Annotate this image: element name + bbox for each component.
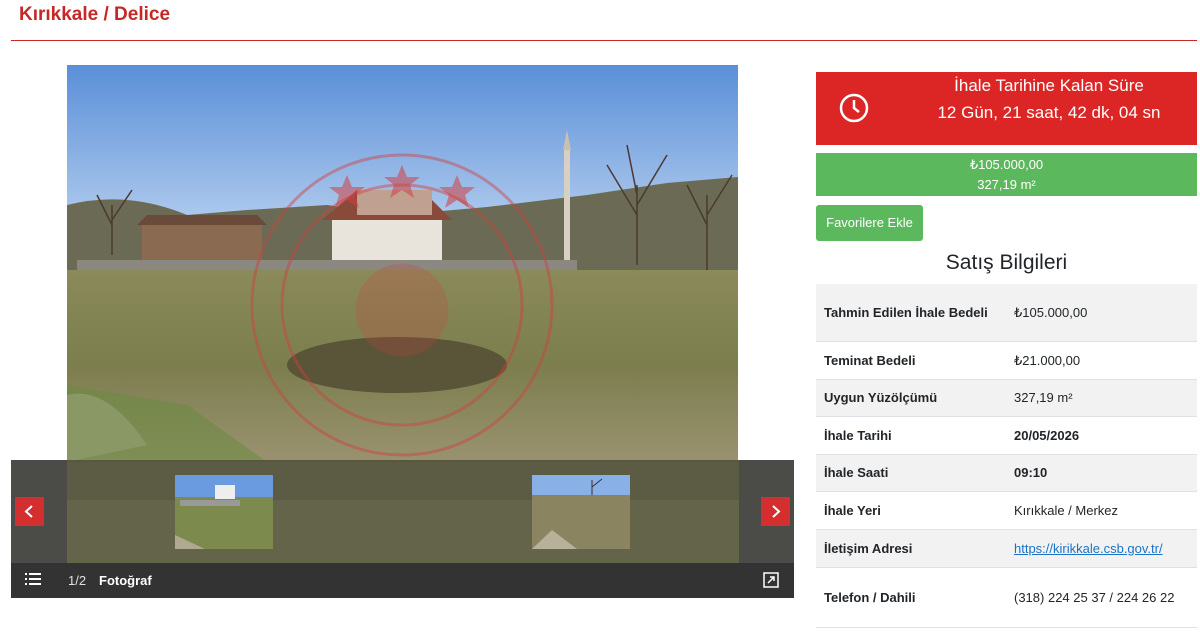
row-key: İhale Saati <box>816 454 1006 492</box>
row-value: https://kirikkale.csb.gov.tr/ <box>1006 529 1197 568</box>
contact-link[interactable]: https://kirikkale.csb.gov.tr/ <box>1014 541 1163 556</box>
thumbnail-2[interactable] <box>532 475 630 549</box>
sale-info-table: Tahmin Edilen İhale Bedeli ₺105.000,00 T… <box>816 284 1197 628</box>
price-area: 327,19 m² <box>977 177 1036 192</box>
row-value: 09:10 <box>1006 454 1197 492</box>
list-icon[interactable] <box>25 572 41 586</box>
row-key: İletişim Adresi <box>816 529 1006 568</box>
sale-info-title: Satış Bilgileri <box>945 251 1068 274</box>
countdown-value: 12 Gün, 21 saat, 42 dk, 04 sn <box>937 103 1161 122</box>
chevron-right-icon <box>772 505 781 518</box>
main-photo[interactable] <box>67 65 738 462</box>
row-value: ₺21.000,00 <box>1006 341 1197 380</box>
row-value: 20/05/2026 <box>1006 416 1197 455</box>
price-amount: ₺105.000,00 <box>969 157 1044 172</box>
row-value: Kırıkkale / Merkez <box>1006 491 1197 530</box>
gallery-prev-button[interactable] <box>15 497 44 526</box>
countdown-banner: İhale Tarihine Kalan Süre 12 Gün, 21 saa… <box>816 72 1197 145</box>
table-row: İhale Tarihi 20/05/2026 <box>816 416 1197 455</box>
row-key: İhale Yeri <box>816 491 1006 530</box>
table-row: İhale Yeri Kırıkkale / Merkez <box>816 491 1197 530</box>
gallery-toolbar: 1/2 Fotoğraf <box>11 563 794 598</box>
row-key: Telefon / Dahili <box>816 567 1006 628</box>
chevron-left-icon <box>24 505 33 518</box>
gallery-label: Fotoğraf <box>99 573 152 588</box>
thumbnail-1[interactable] <box>175 475 273 549</box>
row-key: Tahmin Edilen İhale Bedeli <box>816 284 1006 342</box>
clock-icon <box>839 93 869 123</box>
table-row: İletişim Adresi https://kirikkale.csb.go… <box>816 529 1197 568</box>
table-row: Telefon / Dahili (318) 224 25 37 / 224 2… <box>816 567 1197 628</box>
table-row: Uygun Yüzölçümü 327,19 m² <box>816 379 1197 417</box>
gallery-counter: 1/2 <box>68 573 87 588</box>
page-title: Kırıkkale / Delice <box>19 4 171 25</box>
expand-icon[interactable] <box>763 572 779 588</box>
title-divider <box>11 40 1197 41</box>
add-favorite-button[interactable]: Favorilere Ekle <box>816 205 923 241</box>
row-value: (318) 224 25 37 / 224 26 22 <box>1006 567 1197 628</box>
table-row: Teminat Bedeli ₺21.000,00 <box>816 341 1197 380</box>
thumbnail-strip <box>11 460 794 563</box>
row-key: Uygun Yüzölçümü <box>816 379 1006 417</box>
table-row: İhale Saati 09:10 <box>816 454 1197 492</box>
row-value: 327,19 m² <box>1006 379 1197 417</box>
table-row: Tahmin Edilen İhale Bedeli ₺105.000,00 <box>816 284 1197 342</box>
row-key: İhale Tarihi <box>816 416 1006 455</box>
gallery-next-button[interactable] <box>761 497 790 526</box>
price-banner: ₺105.000,00 327,19 m² <box>816 153 1197 196</box>
row-key: Teminat Bedeli <box>816 341 1006 380</box>
countdown-title: İhale Tarihine Kalan Süre <box>954 76 1144 95</box>
row-value: ₺105.000,00 <box>1006 284 1197 342</box>
